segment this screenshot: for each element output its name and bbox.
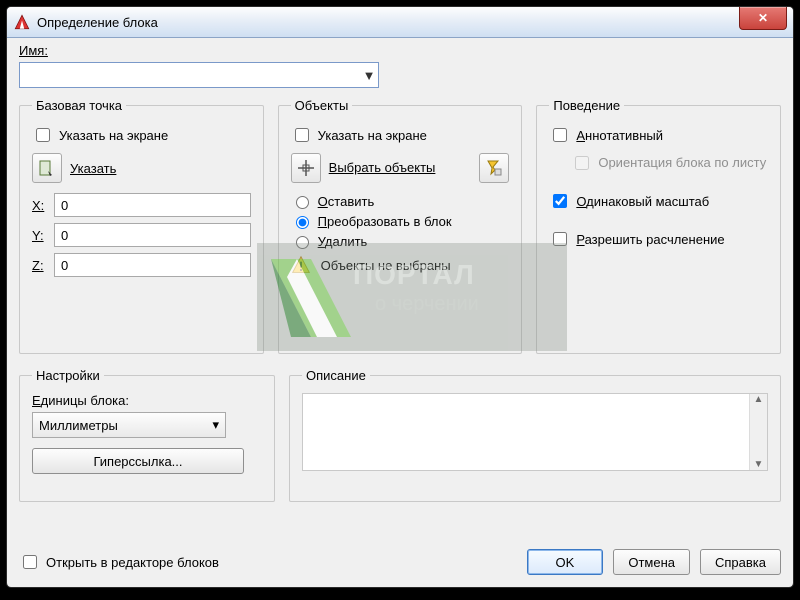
group-behavior: Поведение Аннотативный Ориентация блока … — [536, 98, 781, 354]
units-label: Единицы блока: — [32, 393, 262, 408]
objects-warning: Объекты не выбраны — [291, 255, 510, 275]
pick-point-label: Указать — [70, 161, 116, 176]
pick-point-button[interactable] — [32, 153, 62, 183]
name-row: Имя: ▼ — [19, 43, 379, 88]
objects-onscreen-label: Указать на экране — [318, 128, 427, 143]
app-icon — [13, 13, 31, 31]
units-value: Миллиметры — [39, 418, 118, 433]
group-base-point-legend: Базовая точка — [32, 98, 126, 113]
uniform-scale-checkbox[interactable]: Одинаковый масштаб — [549, 191, 768, 211]
objects-warning-text: Объекты не выбраны — [321, 258, 451, 273]
description-textarea[interactable]: ▲▼ — [302, 393, 768, 471]
name-label: Имя: — [19, 43, 379, 58]
open-in-editor-checkbox[interactable]: Открыть в редакторе блоков — [19, 552, 219, 572]
y-label: Y: — [32, 228, 46, 243]
objects-onscreen-input[interactable] — [295, 128, 309, 142]
y-input[interactable] — [54, 223, 251, 247]
base-onscreen-input[interactable] — [36, 128, 50, 142]
x-input[interactable] — [54, 193, 251, 217]
group-description: Описание ▲▼ — [289, 368, 781, 502]
dialog-title: Определение блока — [37, 15, 787, 30]
chevron-down-icon[interactable]: ▼ — [360, 68, 378, 83]
group-settings-legend: Настройки — [32, 368, 104, 383]
convert-radio[interactable]: Преобразовать в блок — [291, 213, 510, 229]
delete-radio[interactable]: Удалить — [291, 233, 510, 249]
base-onscreen-label: Указать на экране — [59, 128, 168, 143]
scrollbar[interactable]: ▲▼ — [749, 394, 767, 470]
x-label: X: — [32, 198, 46, 213]
close-icon: ✕ — [758, 11, 768, 25]
scroll-up-icon[interactable]: ▲ — [754, 394, 764, 405]
retain-radio[interactable]: Оставить — [291, 193, 510, 209]
annotative-checkbox[interactable]: Аннотативный — [549, 125, 768, 145]
titlebar: Определение блока ✕ — [7, 7, 793, 38]
units-select[interactable]: Миллиметры ▾ — [32, 412, 226, 438]
base-onscreen-checkbox[interactable]: Указать на экране — [32, 125, 251, 145]
dialog-window: Определение блока ✕ Имя: ▼ Базовая точка… — [6, 6, 794, 588]
ok-button[interactable]: OK — [527, 549, 604, 575]
quick-select-icon — [485, 159, 503, 177]
name-input[interactable] — [20, 64, 360, 86]
objects-onscreen-checkbox[interactable]: Указать на экране — [291, 125, 510, 145]
group-objects-legend: Объекты — [291, 98, 353, 113]
allow-explode-checkbox[interactable]: Разрешить расчленение — [549, 229, 768, 249]
z-input[interactable] — [54, 253, 251, 277]
group-behavior-legend: Поведение — [549, 98, 624, 113]
group-settings: Настройки Единицы блока: Миллиметры ▾ Ги… — [19, 368, 275, 502]
hyperlink-button[interactable]: Гиперссылка... — [32, 448, 244, 474]
cancel-button[interactable]: Отмена — [613, 549, 690, 575]
chevron-down-icon: ▾ — [212, 417, 219, 433]
help-button[interactable]: Справка — [700, 549, 781, 575]
group-objects: Объекты Указать на экране Выбрать объект… — [278, 98, 523, 354]
orientation-checkbox: Ориентация блока по листу — [571, 153, 768, 173]
select-objects-label: Выбрать объекты — [329, 161, 419, 176]
name-combobox[interactable]: ▼ — [19, 62, 379, 88]
group-base-point: Базовая точка Указать на экране Указать … — [19, 98, 264, 354]
dialog-content: Имя: ▼ Базовая точка Указать на экране У… — [19, 43, 781, 575]
pick-point-icon — [38, 159, 56, 177]
select-objects-button[interactable] — [291, 153, 321, 183]
group-description-legend: Описание — [302, 368, 370, 383]
crosshair-icon — [297, 159, 315, 177]
warning-icon — [291, 255, 311, 275]
quick-select-button[interactable] — [479, 153, 509, 183]
z-label: Z: — [32, 258, 46, 273]
close-button[interactable]: ✕ — [739, 6, 787, 30]
scroll-down-icon[interactable]: ▼ — [754, 459, 764, 470]
